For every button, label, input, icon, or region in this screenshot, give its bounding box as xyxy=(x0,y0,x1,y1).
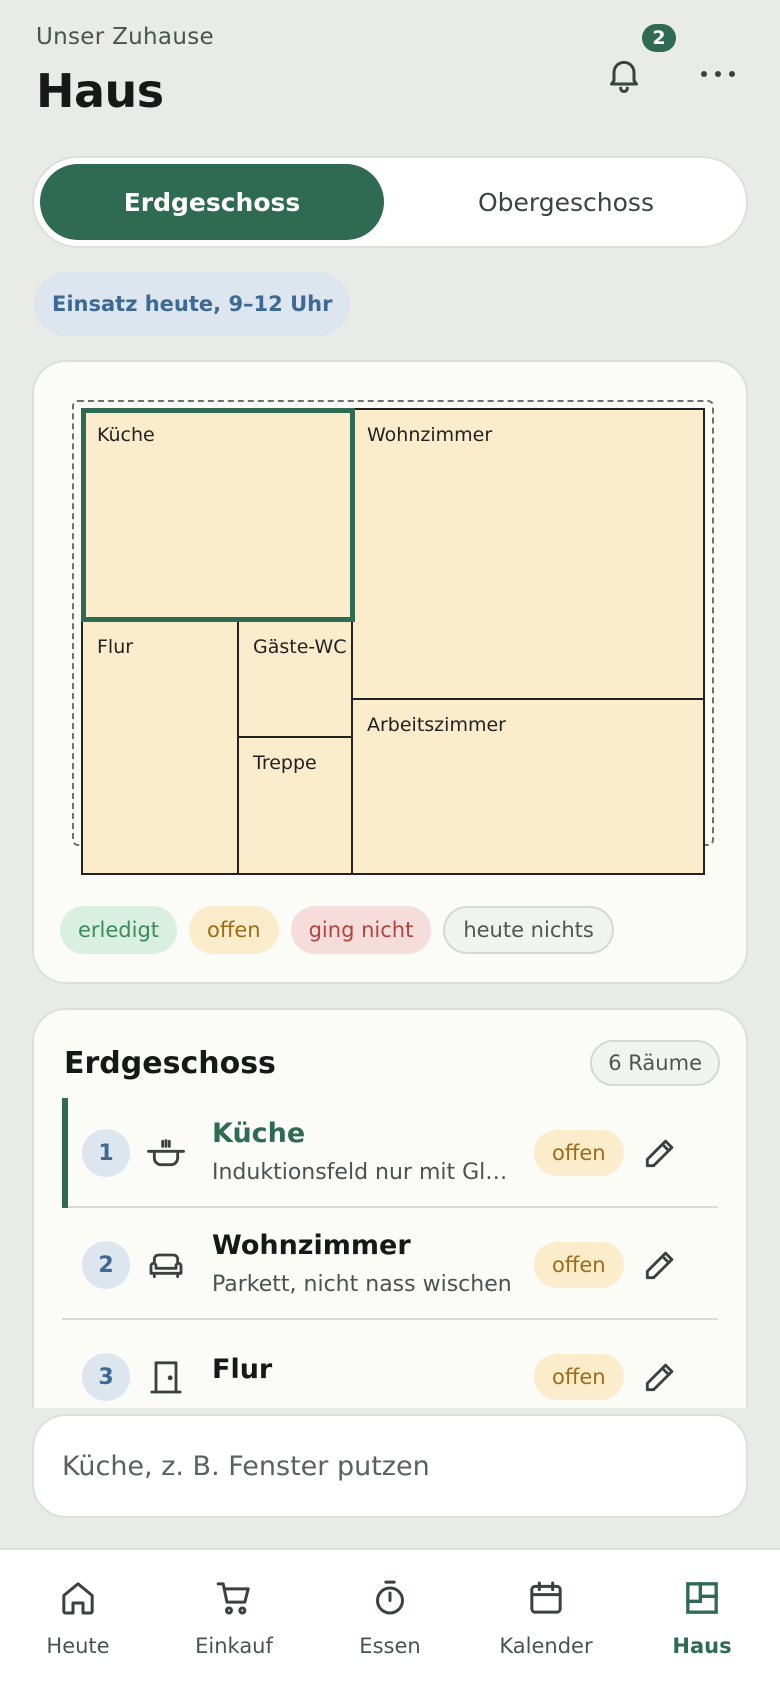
status-badge: offen xyxy=(534,1130,624,1176)
legend-done: erledigt xyxy=(60,906,178,954)
room-label: Gäste-WC xyxy=(253,636,347,658)
nav-item-einkauf[interactable]: Einkauf xyxy=(156,1550,312,1688)
edit-button[interactable] xyxy=(636,1241,684,1289)
status-badge: offen xyxy=(534,1242,624,1288)
nav-label: Heute xyxy=(46,1634,110,1658)
page-title: Haus xyxy=(36,64,164,118)
sofa-icon xyxy=(146,1245,186,1285)
floorplan-card: Küche Wohnzimmer Flur Gäste-WC Treppe Ar… xyxy=(32,360,748,984)
room-wohnzimmer[interactable]: Wohnzimmer xyxy=(351,408,705,700)
home-icon xyxy=(62,1582,94,1615)
room-count-badge: 6 Räume xyxy=(590,1040,720,1086)
room-note: Induktionsfeld nur mit Glaskeramikreinig… xyxy=(212,1160,512,1185)
room-treppe[interactable]: Treppe xyxy=(237,736,353,875)
app-header: Unser Zuhause Haus 2 xyxy=(0,0,780,140)
nav-item-essen[interactable]: Essen xyxy=(312,1550,468,1688)
nav-label: Haus xyxy=(672,1634,732,1658)
pencil-icon xyxy=(645,1363,674,1392)
bell-icon xyxy=(610,60,638,93)
room-label: Arbeitszimmer xyxy=(367,714,506,736)
more-horizontal-icon xyxy=(701,71,735,77)
edit-button[interactable] xyxy=(636,1129,684,1177)
more-options-button[interactable] xyxy=(694,52,742,96)
schedule-info-chip: Einsatz heute, 9–12 Uhr xyxy=(34,272,351,336)
tab-obergeschoss[interactable]: Obergeschoss xyxy=(394,164,738,240)
status-badge: offen xyxy=(534,1354,624,1400)
door-icon xyxy=(146,1357,186,1397)
room-note: Parkett, nicht nass wischen xyxy=(212,1272,512,1297)
cart-icon xyxy=(216,1582,250,1615)
room-name: Küche xyxy=(212,1118,306,1149)
room-row-kueche[interactable]: 1 Küche Induktionsfeld nur mit Glaskeram… xyxy=(62,1098,718,1208)
room-list-card: Erdgeschoss 6 Räume 1 Küche Induktionsfe… xyxy=(32,1008,748,1408)
floorplan-icon xyxy=(686,1582,718,1614)
room-label: Flur xyxy=(97,636,134,658)
room-arbeitszimmer[interactable]: Arbeitszimmer xyxy=(351,698,705,875)
notification-count-badge: 2 xyxy=(642,24,676,52)
tab-erdgeschoss[interactable]: Erdgeschoss xyxy=(40,164,384,240)
selected-row-indicator xyxy=(62,1098,68,1208)
notifications-button[interactable] xyxy=(600,50,648,98)
nav-label: Einkauf xyxy=(195,1634,273,1658)
room-kueche[interactable]: Küche xyxy=(81,408,355,622)
pencil-icon xyxy=(645,1139,674,1168)
room-list-title: Erdgeschoss xyxy=(64,1046,276,1081)
legend-failed: ging nicht xyxy=(290,906,432,954)
quick-add-field xyxy=(32,1414,748,1518)
room-number: 2 xyxy=(82,1241,130,1289)
room-flur[interactable]: Flur xyxy=(81,620,239,875)
room-name: Wohnzimmer xyxy=(212,1230,411,1261)
floor-switcher: Erdgeschoss Obergeschoss xyxy=(32,156,748,248)
status-legend: erledigt offen ging nicht heute nichts xyxy=(60,906,614,954)
room-label: Küche xyxy=(97,424,155,446)
household-name: Unser Zuhause xyxy=(36,24,214,50)
timer-icon xyxy=(376,1580,404,1615)
nav-label: Essen xyxy=(359,1634,421,1658)
room-label: Wohnzimmer xyxy=(367,424,493,446)
nav-item-kalender[interactable]: Kalender xyxy=(468,1550,624,1688)
calendar-icon xyxy=(530,1581,562,1614)
legend-none: heute nichts xyxy=(443,906,614,954)
room-name: Flur xyxy=(212,1354,273,1385)
edit-button[interactable] xyxy=(636,1353,684,1401)
pencil-icon xyxy=(645,1251,674,1280)
room-row-flur[interactable]: 3 Flur offen xyxy=(62,1322,718,1408)
room-row-wohnzimmer[interactable]: 2 Wohnzimmer Parkett, nicht nass wischen… xyxy=(62,1210,718,1320)
room-number: 1 xyxy=(82,1129,130,1177)
bottom-navigation: Heute Einkauf Essen Kalender Haus xyxy=(0,1548,780,1688)
room-gaeste-wc[interactable]: Gäste-WC xyxy=(237,620,353,738)
nav-label: Kalender xyxy=(499,1634,593,1658)
quick-add-input[interactable] xyxy=(62,1450,702,1482)
room-label: Treppe xyxy=(253,752,317,774)
room-number: 3 xyxy=(82,1353,130,1401)
nav-item-haus[interactable]: Haus xyxy=(624,1550,780,1688)
nav-item-heute[interactable]: Heute xyxy=(0,1550,156,1688)
legend-open: offen xyxy=(189,906,279,954)
pot-icon xyxy=(146,1133,186,1173)
